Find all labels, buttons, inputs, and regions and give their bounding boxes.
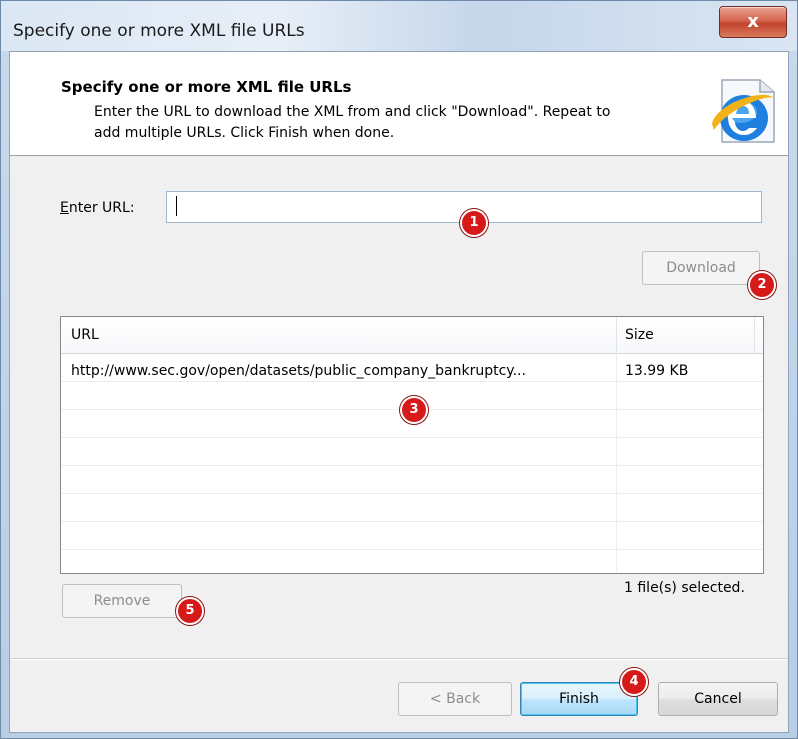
column-separator[interactable] [616,317,617,353]
header-description-line1: Enter the URL to download the XML from a… [94,104,611,120]
column-separator[interactable] [754,317,755,353]
dialog-window: Specify one or more XML file URLs x Spec… [0,0,798,739]
row-divider [61,437,763,438]
dialog-client: Specify one or more XML file URLs Enter … [9,51,789,733]
column-header-size[interactable]: Size [625,327,654,343]
list-header: URL Size [61,317,763,354]
header-description: Enter the URL to download the XML from a… [94,102,694,144]
window-title: Specify one or more XML file URLs [13,21,305,41]
selection-status: 1 file(s) selected. [624,580,745,596]
callout-marker-5: 5 [176,597,204,625]
column-divider [616,353,617,573]
wizard-header: Specify one or more XML file URLs Enter … [10,52,788,156]
row-divider [61,521,763,522]
download-button[interactable]: Download [642,251,760,285]
header-description-line2: add multiple URLs. Click Finish when don… [94,125,395,141]
cell-url: http://www.sec.gov/open/datasets/public_… [71,363,526,379]
row-divider [61,381,763,382]
close-button[interactable]: x [719,6,787,38]
title-bar: Specify one or more XML file URLs x [1,1,797,51]
cancel-button[interactable]: Cancel [658,682,778,716]
cell-size: 13.99 KB [625,363,689,379]
callout-marker-3: 3 [400,396,428,424]
text-caret [176,196,177,216]
row-divider [61,465,763,466]
internet-explorer-icon [712,79,775,143]
back-button[interactable]: < Back [398,682,512,716]
row-divider [61,493,763,494]
footer-divider [10,658,788,660]
callout-marker-2: 2 [748,271,776,299]
enter-url-label: Enter URL: [60,200,135,216]
header-title: Specify one or more XML file URLs [61,78,352,96]
remove-button[interactable]: Remove [62,584,182,618]
column-header-url[interactable]: URL [71,327,99,343]
callout-marker-4: 4 [620,668,648,696]
url-list[interactable]: URL Size http://www.sec.gov/open/dataset… [60,316,764,574]
row-divider [61,549,763,550]
callout-marker-1: 1 [460,209,488,237]
